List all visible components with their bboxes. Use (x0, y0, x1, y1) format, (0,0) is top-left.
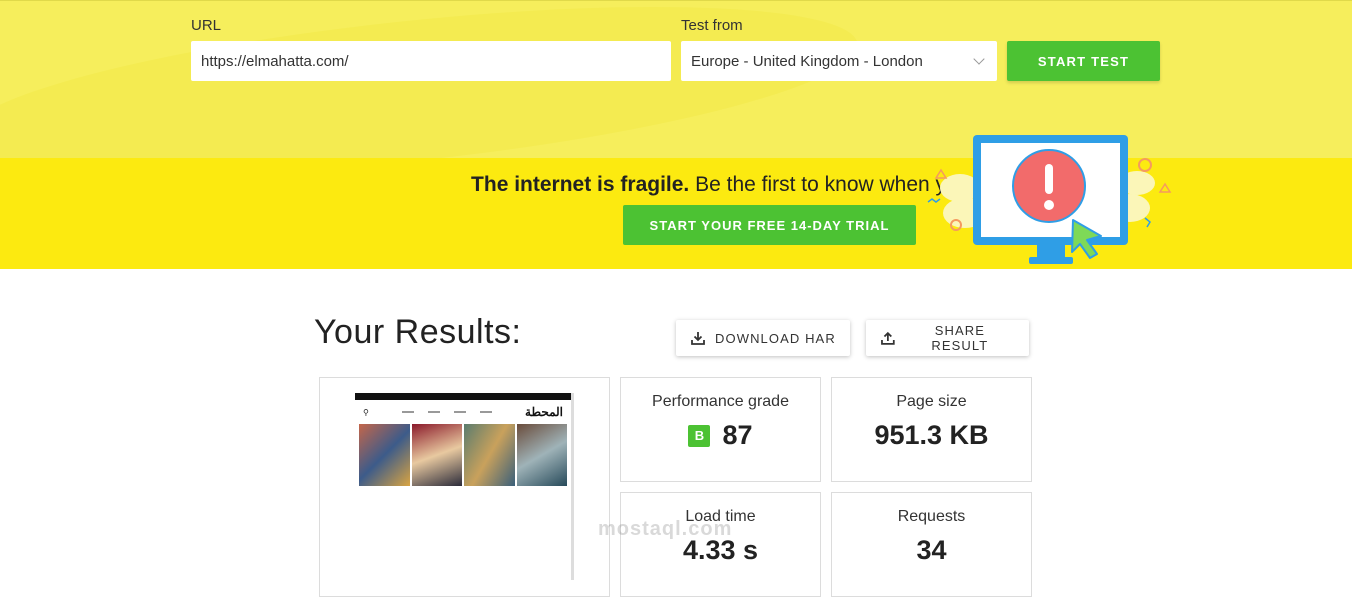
site-screenshot-thumbnail: ⚲ المحطة (355, 393, 571, 493)
download-har-label: DOWNLOAD HAR (715, 330, 836, 346)
thumbnail-scrollbar[interactable] (571, 393, 574, 580)
load-time-card: Load time 4.33 s (620, 492, 821, 597)
performance-grade-card: Performance grade B 87 (620, 377, 821, 482)
location-select[interactable]: Europe - United Kingdom - London (681, 41, 997, 81)
banner-headline-bold: The internet is fragile. (471, 173, 690, 196)
page-size-label: Page size (896, 393, 967, 410)
upload-icon (881, 331, 895, 345)
site-logo: المحطة (525, 405, 563, 419)
watermark: mostaql.com (598, 518, 733, 540)
search-icon: ⚲ (363, 407, 369, 417)
start-test-button[interactable]: START TEST (1007, 41, 1160, 81)
start-trial-button[interactable]: START YOUR FREE 14-DAY TRIAL (623, 205, 916, 245)
chevron-down-icon (973, 53, 985, 65)
share-result-button[interactable]: SHARE RESULT (866, 320, 1029, 356)
results-title: Your Results: (314, 313, 522, 351)
download-icon (691, 332, 705, 345)
requests-value: 34 (916, 535, 947, 565)
requests-label: Requests (897, 508, 966, 525)
thumbnail-image-grid (359, 424, 567, 486)
url-input[interactable] (191, 41, 671, 81)
grade-score: 87 (722, 420, 753, 450)
download-har-button[interactable]: DOWNLOAD HAR (676, 320, 850, 356)
location-select-value: Europe - United Kingdom - London (691, 52, 923, 70)
grade-letter-badge: B (688, 424, 711, 447)
url-label: URL (191, 17, 222, 34)
page-size-card: Page size 951.3 KB (831, 377, 1032, 482)
performance-grade-label: Performance grade (652, 393, 789, 410)
share-result-label: SHARE RESULT (931, 323, 989, 353)
requests-card: Requests 34 (831, 492, 1032, 597)
page-size-value: 951.3 KB (874, 420, 989, 450)
test-from-label: Test from (681, 17, 743, 34)
monitor-alert-illustration (927, 135, 1172, 264)
